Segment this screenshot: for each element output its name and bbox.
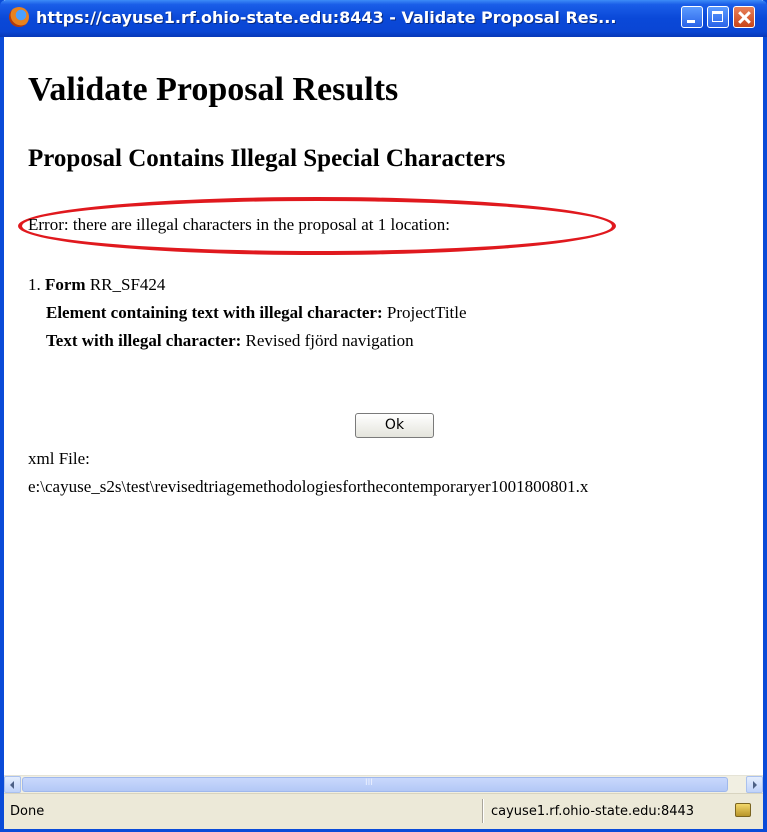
title-bar[interactable]: https://cayuse1.rf.ohio-state.edu:8443 -…	[0, 0, 767, 37]
scrollbar-thumb[interactable]	[22, 777, 728, 792]
close-button[interactable]	[733, 6, 755, 28]
lock-icon[interactable]	[735, 803, 751, 817]
horizontal-scrollbar[interactable]	[4, 775, 763, 793]
ok-button[interactable]: Ok	[355, 413, 434, 438]
window-title: https://cayuse1.rf.ohio-state.edu:8443 -…	[36, 8, 617, 27]
status-host: cayuse1.rf.ohio-state.edu:8443	[491, 804, 695, 819]
scroll-right-icon[interactable]	[746, 776, 763, 793]
page-subtitle: Proposal Contains Illegal Special Charac…	[28, 145, 506, 172]
status-bar: Done cayuse1.rf.ohio-state.edu:8443	[4, 793, 763, 829]
text-value: Revised fjörd navigation	[245, 331, 414, 350]
xml-file-path: e:\cayuse_s2s\test\revisedtriagemethodol…	[28, 477, 589, 496]
status-divider	[482, 799, 484, 823]
error-message: Error: there are illegal characters in t…	[28, 215, 450, 234]
minimize-button[interactable]	[681, 6, 703, 28]
form-value: RR_SF424	[89, 275, 166, 294]
page-title: Validate Proposal Results	[28, 71, 399, 108]
element-value: ProjectTitle	[386, 303, 467, 322]
xml-file-label: xml File:	[28, 449, 90, 468]
form-row: 1. Form RR_SF424	[28, 271, 467, 299]
element-row: Element containing text with illegal cha…	[28, 299, 467, 327]
status-text: Done	[10, 804, 45, 819]
text-row: Text with illegal character: Revised fjö…	[28, 327, 467, 355]
page-content: Validate Proposal Results Proposal Conta…	[4, 37, 763, 775]
form-label: Form	[45, 275, 86, 294]
element-label: Element containing text with illegal cha…	[46, 303, 383, 322]
popup-window: https://cayuse1.rf.ohio-state.edu:8443 -…	[0, 0, 767, 832]
text-label: Text with illegal character:	[46, 331, 242, 350]
maximize-button[interactable]	[707, 6, 729, 28]
error-list-item: 1. Form RR_SF424 Element containing text…	[28, 271, 467, 355]
firefox-icon	[9, 7, 29, 27]
scroll-left-icon[interactable]	[4, 776, 21, 793]
item-number: 1.	[28, 275, 41, 294]
